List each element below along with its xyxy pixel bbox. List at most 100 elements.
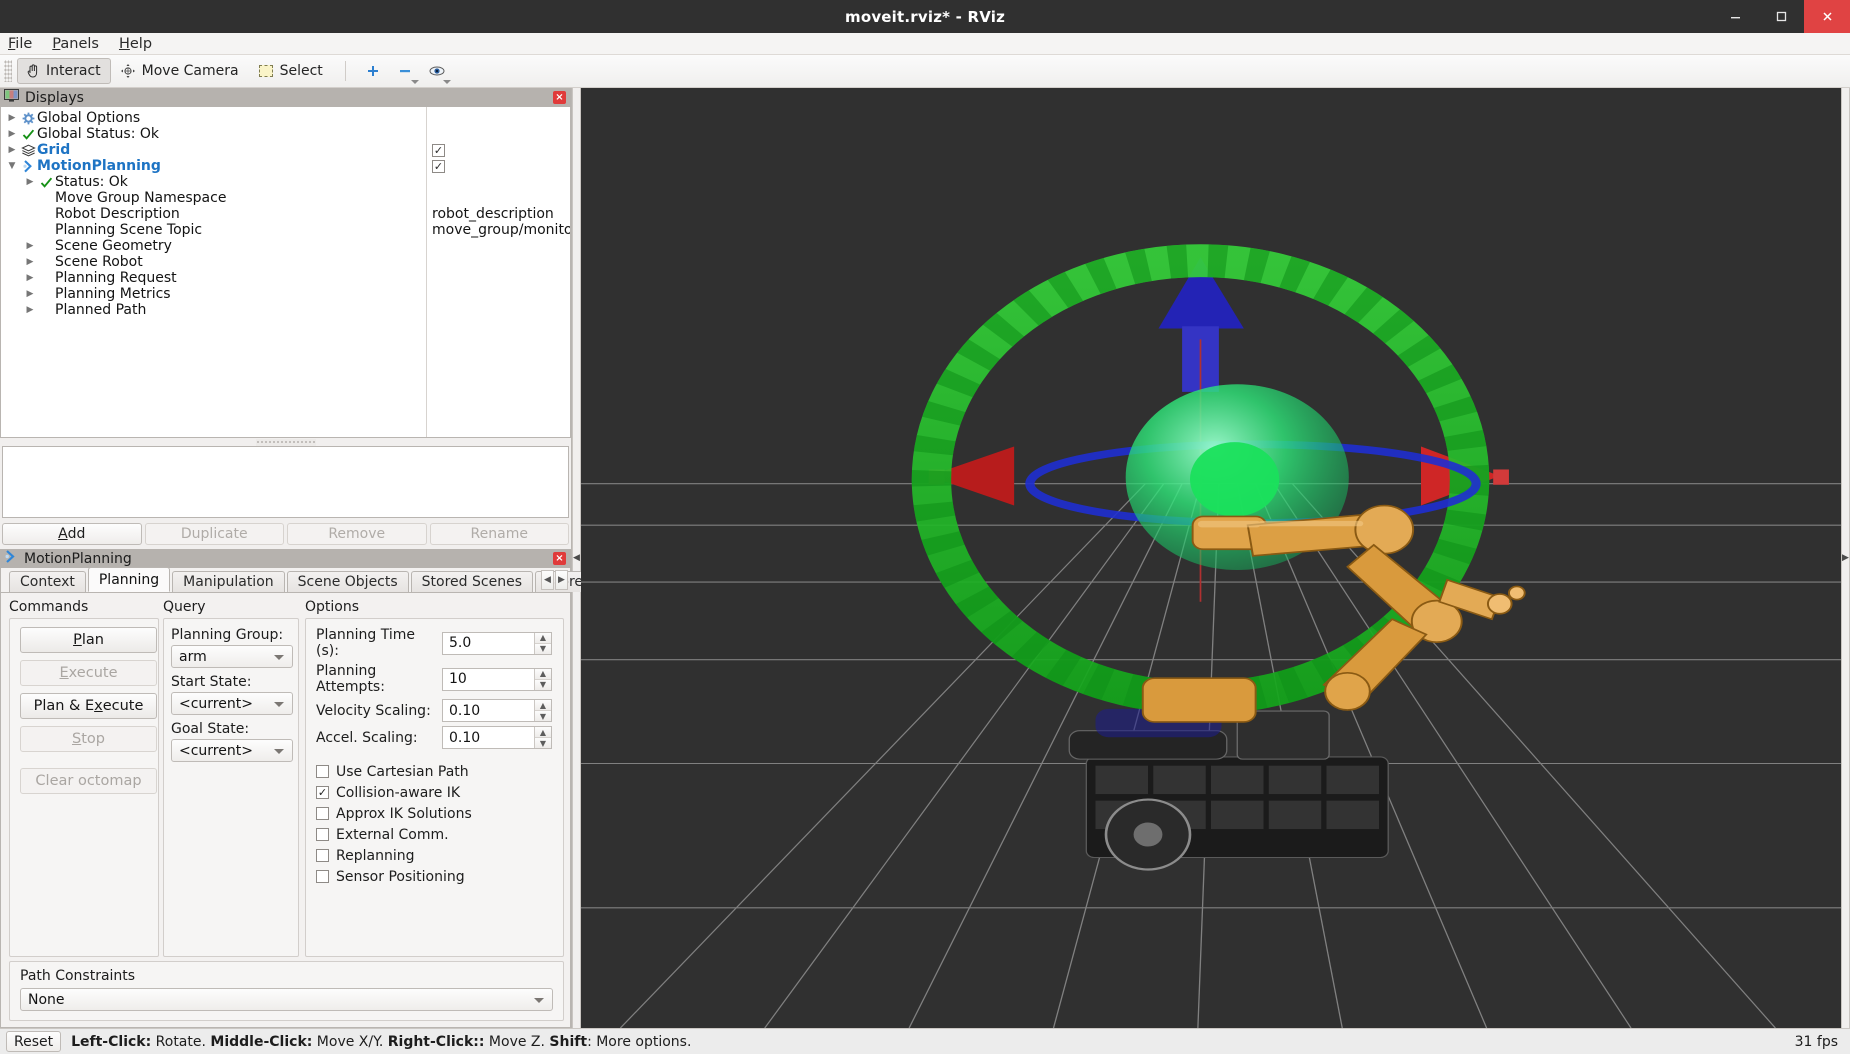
path-constraints-select[interactable]: None	[20, 988, 553, 1011]
display-enable-checkbox[interactable]: ✓	[432, 143, 445, 157]
display-tree-row[interactable]: ▶ Scene Geometry	[1, 238, 570, 254]
3d-viewport[interactable]	[581, 88, 1841, 1028]
menu-file[interactable]: File	[8, 36, 32, 52]
motionplanning-close-icon[interactable]: ×	[553, 552, 566, 565]
display-tree-row-value[interactable]: move_group/monitor…	[432, 222, 570, 238]
checkbox-external-comm[interactable]: External Comm.	[316, 824, 553, 845]
chevron-right-icon[interactable]: ▶	[5, 145, 19, 155]
close-icon[interactable]	[1804, 0, 1850, 33]
query-frame: Planning Group: arm Start State: <curren…	[163, 618, 299, 957]
menu-panels-rest: anels	[60, 35, 99, 52]
planning-time-s-spinbox[interactable]: 5.0 ▲ ▼	[442, 631, 552, 655]
maximize-icon[interactable]	[1758, 0, 1804, 33]
chevron-right-icon[interactable]: ▶	[5, 129, 19, 139]
stepper-up-icon[interactable]: ▲	[535, 727, 551, 738]
display-tree-row-value[interactable]: robot_description	[432, 206, 554, 222]
display-tree-row[interactable]: Move Group Namespace	[1, 190, 570, 206]
display-tree-row-label: Global Status: Ok	[37, 126, 160, 142]
chevron-right-icon[interactable]: ▶	[23, 257, 37, 267]
stepper-down-icon[interactable]: ▼	[535, 738, 551, 748]
tab-scene-objects[interactable]: Scene Objects	[286, 571, 409, 592]
accel-scaling-stepper[interactable]: ▲ ▼	[534, 727, 551, 748]
checkbox-box-icon[interactable]	[316, 765, 329, 778]
tab-planning[interactable]: Planning	[87, 567, 171, 592]
chevron-right-icon[interactable]: ▶	[23, 305, 37, 315]
display-tree-row[interactable]: ▶ Global Status: Ok	[1, 126, 570, 142]
menu-help[interactable]: Help	[119, 36, 152, 52]
menu-panels[interactable]: Panels	[52, 36, 99, 52]
minimize-icon[interactable]	[1712, 0, 1758, 33]
reset-button[interactable]: Reset	[6, 1031, 62, 1052]
display-tree-row[interactable]: ▶ Grid ✓	[1, 142, 570, 158]
plus-icon[interactable]	[358, 58, 388, 84]
velocity-scaling-stepper[interactable]: ▲ ▼	[534, 700, 551, 721]
checkbox-box-icon[interactable]: ✓	[316, 786, 329, 799]
chevron-right-icon[interactable]: ▶	[5, 113, 19, 123]
toolbar-grip[interactable]	[4, 60, 12, 82]
tool-interact[interactable]: Interact	[17, 58, 111, 84]
display-tree-row[interactable]: ▶ Global Options	[1, 110, 570, 126]
right-panel-collapse-handle[interactable]: ▶	[1841, 88, 1850, 1028]
stepper-down-icon[interactable]: ▼	[535, 679, 551, 690]
tab-scroll-left-button[interactable]: ◀	[541, 570, 554, 590]
plan-execute-button[interactable]: Plan & Ex ecute	[20, 693, 157, 719]
display-tree-row[interactable]: Planning Scene Topic move_group/monitor…	[1, 222, 570, 238]
display-tree-row-label: Scene Geometry	[55, 238, 172, 254]
displays-panel-header: Displays ×	[0, 88, 571, 107]
display-tree-row[interactable]: ▶ Planning Request	[1, 270, 570, 286]
velocity-scaling-spinbox[interactable]: 0.10 ▲ ▼	[442, 699, 552, 722]
stepper-up-icon[interactable]: ▲	[535, 632, 551, 644]
chevron-right-icon[interactable]: ▶	[23, 177, 37, 187]
chevron-right-icon[interactable]: ▶	[23, 273, 37, 283]
display-tree-row-label: Global Options	[37, 110, 141, 126]
tab-manipulation[interactable]: Manipulation	[172, 571, 285, 592]
checkbox-box-icon[interactable]	[316, 828, 329, 841]
display-tree-row[interactable]: ▶ Planning Metrics	[1, 286, 570, 302]
checkbox-box-icon[interactable]	[316, 870, 329, 883]
planning-attempts-stepper[interactable]: ▲ ▼	[534, 668, 551, 690]
checkbox-use-cartesian-path[interactable]: Use Cartesian Path	[316, 761, 553, 782]
tool-move-camera[interactable]: Move Camera	[113, 58, 249, 84]
planning-attempts-spinbox[interactable]: 10 ▲ ▼	[442, 667, 552, 691]
accel-scaling-value: 0.10	[449, 729, 481, 746]
left-panel-collapse-handle[interactable]: ◀	[572, 88, 581, 1028]
start-state-select[interactable]: <current>	[171, 692, 293, 715]
tool-interact-label: Interact	[46, 63, 101, 79]
minus-icon[interactable]	[390, 58, 420, 84]
displays-tree[interactable]: ▶ Global Options ▶ Global Status: Ok ▶ Grid ✓ ▼…	[0, 107, 571, 438]
checkbox-box-icon[interactable]	[316, 849, 329, 862]
accel-scaling-spinbox[interactable]: 0.10 ▲ ▼	[442, 726, 552, 749]
checkbox-replanning[interactable]: Replanning	[316, 845, 553, 866]
stepper-down-icon[interactable]: ▼	[535, 643, 551, 654]
planning-group-select[interactable]: arm	[171, 645, 293, 668]
stepper-up-icon[interactable]: ▲	[535, 700, 551, 711]
goal-state-label: Goal State:	[171, 721, 250, 737]
tool-select[interactable]: Select	[251, 58, 333, 84]
tab-context[interactable]: Context	[9, 571, 86, 592]
displays-splitter[interactable]	[0, 438, 571, 446]
planning-time-s-stepper[interactable]: ▲ ▼	[534, 632, 551, 654]
checkbox-box-icon[interactable]	[316, 807, 329, 820]
path-constraints-title: Path Constraints	[20, 968, 136, 984]
display-tree-row[interactable]: ▶ Scene Robot	[1, 254, 570, 270]
display-tree-row[interactable]: ▶ Status: Ok	[1, 174, 570, 190]
stepper-up-icon[interactable]: ▲	[535, 668, 551, 680]
checkbox-approx-ik-solutions[interactable]: Approx IK Solutions	[316, 803, 553, 824]
displays-close-icon[interactable]: ×	[553, 91, 566, 104]
display-tree-row[interactable]: ▶ Planned Path	[1, 302, 570, 318]
chevron-right-icon[interactable]: ▶	[23, 241, 37, 251]
tab-stored-scenes[interactable]: Stored Scenes	[410, 571, 533, 592]
display-enable-checkbox[interactable]: ✓	[432, 159, 445, 173]
display-tree-row[interactable]: Robot Description robot_description	[1, 206, 570, 222]
plan-button[interactable]: Plan	[20, 627, 157, 653]
displays-add-button[interactable]: Add	[2, 523, 142, 545]
display-tree-row[interactable]: ▼ MotionPlanning ✓	[1, 158, 570, 174]
checkbox-collision-aware-ik[interactable]: ✓ Collision-aware IK	[316, 782, 553, 803]
checkbox-sensor-positioning[interactable]: Sensor Positioning	[316, 866, 553, 887]
stepper-down-icon[interactable]: ▼	[535, 711, 551, 721]
goal-state-select[interactable]: <current>	[171, 739, 293, 762]
eye-icon[interactable]	[422, 58, 452, 84]
chevron-down-icon[interactable]: ▼	[5, 161, 19, 171]
tab-scroll-right-button[interactable]: ▶	[555, 570, 568, 590]
chevron-right-icon[interactable]: ▶	[23, 289, 37, 299]
